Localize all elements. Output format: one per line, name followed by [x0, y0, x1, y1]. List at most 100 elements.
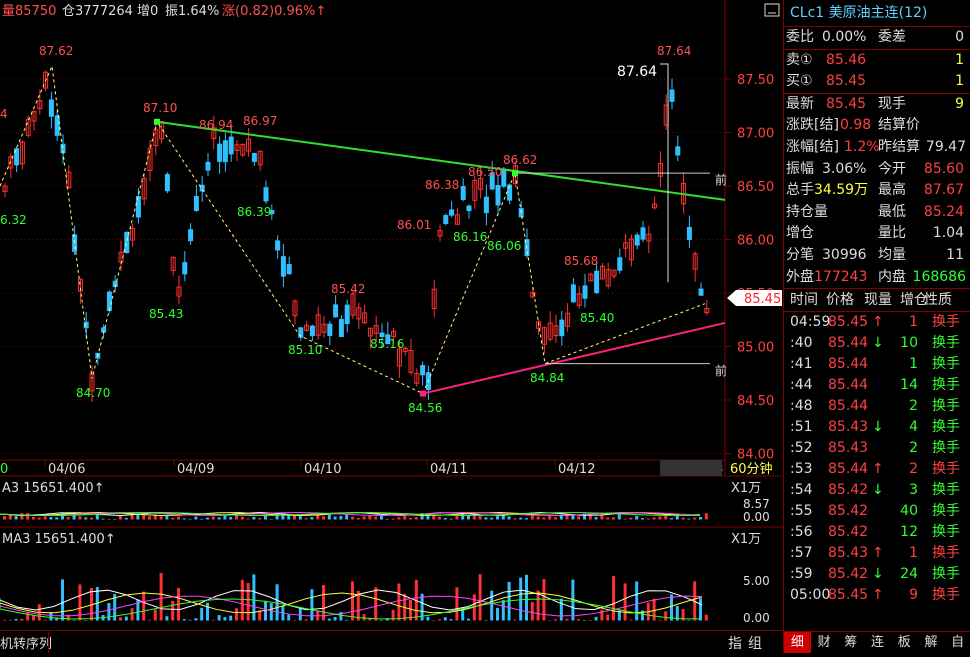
candle-body [164, 173, 170, 192]
volume-bar [525, 574, 528, 621]
volume-bar [351, 516, 354, 520]
prev-label-2: 前 [715, 363, 727, 378]
volume-bar [525, 518, 528, 520]
volume-bar [443, 617, 447, 621]
label-zuidi: 最低 [878, 203, 906, 220]
volume-bar [182, 518, 186, 520]
side-tab[interactable]: 自 [944, 632, 970, 653]
side-tab[interactable]: 板 [891, 632, 918, 653]
volume-bar [612, 517, 615, 520]
tick-time: :41 [790, 356, 813, 373]
candle-body [263, 187, 269, 202]
price-annotation: 84.84 [530, 371, 564, 385]
volume-bar [37, 517, 41, 520]
volume-bar [252, 516, 256, 520]
vol2-axis-bottom: 0.00 [743, 611, 770, 625]
price-annotation: 86.01 [397, 218, 431, 232]
volume-bar [211, 619, 215, 621]
volume-bar [490, 590, 494, 621]
volume-bar [287, 515, 291, 520]
volume-bar [554, 517, 557, 520]
zhi-button[interactable]: 指 [728, 633, 742, 653]
label-zhangdie: 涨跌[结] [786, 117, 839, 134]
volume-bar [681, 517, 685, 520]
volume-bar [55, 517, 59, 520]
tick-price: 85.43 [828, 440, 869, 457]
label-zhangfu: 涨幅[结] [786, 138, 839, 155]
price-annotation: 86.39 [237, 205, 271, 219]
zu-button[interactable]: 组 [748, 633, 762, 653]
volume-bar [148, 619, 151, 621]
tick-nature: 换手 [932, 398, 960, 415]
label-liangbi: 量比 [878, 225, 906, 242]
label-chicang: 持仓量 [786, 203, 828, 220]
tick-qty: 1 [909, 545, 918, 562]
side-tab[interactable]: 解 [918, 632, 945, 653]
candle-body [327, 323, 333, 336]
volume-bar [61, 579, 64, 621]
side-tab[interactable]: 细 [784, 632, 811, 653]
tick-price: 85.44 [828, 377, 869, 394]
price-axis-label: 87.50 [737, 73, 774, 88]
tick-time: :44 [790, 377, 813, 394]
row-buy: 买① 85.45 1 [784, 71, 970, 94]
volume-bar [200, 518, 204, 520]
volume-bar [3, 619, 6, 621]
header-increase: 增0 [137, 4, 158, 19]
volume-bar [704, 614, 708, 621]
tick-nature: 换手 [932, 503, 960, 520]
tick-table[interactable]: 04:59 85.45 ↑ 1 换手:40 85.44 ↓ 10 换手:41 85.44 1 换手:4… [784, 312, 970, 606]
price-annotation: 85.43 [149, 307, 183, 321]
volume-bar [664, 611, 668, 621]
vol2-unit: X1万 [731, 532, 761, 547]
value-waipan: 177243 [814, 268, 868, 285]
volume-bar [443, 517, 447, 520]
candle-body [193, 196, 199, 211]
row-zhenfu: 振幅 3.06% 今开 85.60 [784, 159, 970, 181]
volume-bar [206, 602, 209, 621]
tick-qty: 12 [900, 524, 918, 541]
value-zuidi: 85.24 [923, 203, 964, 220]
volume-bar [211, 516, 215, 520]
vol1-unit: X1万 [731, 481, 761, 496]
date-label: 0 [0, 462, 8, 477]
volume-bar [264, 515, 267, 520]
candle-body [582, 285, 588, 299]
tick-row: 04:59 85.45 ↑ 1 换手 [784, 312, 970, 333]
tick-row: :57 85.43 ↑ 1 换手 [784, 543, 970, 564]
candle-body [205, 161, 211, 171]
volume-bar [606, 517, 610, 520]
side-tab[interactable]: 财 [811, 632, 838, 653]
maximize-icon[interactable] [764, 3, 780, 17]
volume-bar [380, 619, 383, 621]
kline-chart[interactable]: 量85750 仓3777264 增0 振1.64% 涨(0.82)0.96%↑ … [0, 0, 783, 653]
tick-qty: 2 [909, 440, 918, 457]
chart-area[interactable]: 量85750 仓3777264 增0 振1.64% 涨(0.82)0.96%↑ … [0, 0, 783, 653]
tick-nature: 换手 [932, 419, 960, 436]
tick-qty: 40 [900, 503, 918, 520]
date-label: 04/09 [177, 462, 214, 477]
volume-bar [148, 516, 151, 520]
tick-arrow: ↑ [872, 545, 884, 562]
tick-arrow: ↓ [872, 335, 884, 352]
row-latest: 最新 85.45 现手 9 [784, 94, 970, 116]
tick-arrow: ↓ [872, 566, 884, 583]
volume-bar [612, 576, 615, 621]
pivot-marker [420, 390, 426, 397]
candle-body [617, 257, 623, 271]
price-annotations: 87.62 87.10 86.94 86.97 86.38 86.5086.62 86.01… [0, 44, 691, 415]
tick-nature: 换手 [932, 545, 960, 562]
header-volume: 量85750 [2, 4, 56, 19]
candle-body [443, 215, 449, 224]
side-tab[interactable]: 筹 [837, 632, 864, 653]
candle-body [124, 231, 130, 254]
side-tab[interactable]: 连 [864, 632, 891, 653]
date-label: 04/12 [558, 462, 595, 477]
row-fenbi: 分笔 30996 均量 11 [784, 245, 970, 267]
volume-bar [693, 517, 697, 520]
period-button[interactable]: 60分钟 [730, 461, 773, 477]
volume-bar [43, 516, 47, 520]
volume-bar [240, 516, 244, 520]
volume-bar [20, 513, 24, 520]
price-annotation: 87.10 [143, 101, 177, 115]
